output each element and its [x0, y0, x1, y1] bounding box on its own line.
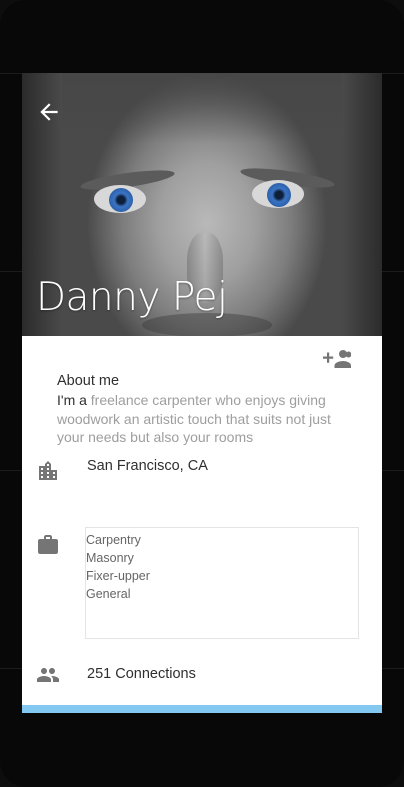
person-add-icon[interactable] — [323, 349, 351, 369]
briefcase-icon — [38, 535, 58, 554]
city-icon — [39, 461, 57, 480]
device-line — [382, 271, 404, 272]
skill-item[interactable]: Carpentry — [86, 531, 358, 549]
device-line — [382, 668, 404, 669]
skills-list[interactable]: Carpentry Masonry Fixer-upper General — [85, 527, 359, 639]
device-line — [0, 271, 22, 272]
photo-forehead — [62, 73, 342, 143]
skill-item[interactable]: General — [86, 585, 358, 603]
device-line — [0, 470, 22, 471]
photo-iris-right — [267, 183, 291, 207]
device-line — [0, 668, 22, 669]
profile-hero-photo: Danny Pej — [22, 73, 382, 336]
device-line — [382, 73, 404, 74]
accent-bar — [22, 705, 382, 713]
skill-item[interactable]: Fixer-upper — [86, 567, 358, 585]
photo-shade-right — [342, 73, 382, 336]
about-description: I'm a freelance carpenter who enjoys giv… — [57, 391, 357, 447]
about-body: freelance carpenter who enjoys giving wo… — [57, 392, 331, 445]
photo-eye-left — [94, 185, 146, 213]
device-line — [382, 470, 404, 471]
skill-item[interactable]: Masonry — [86, 549, 358, 567]
profile-screen: Danny Pej About me I'm a freelance carpe… — [22, 73, 382, 713]
about-title: About me — [57, 373, 120, 389]
photo-eye-right — [252, 180, 304, 208]
device-frame: Danny Pej About me I'm a freelance carpe… — [0, 0, 404, 787]
people-icon — [37, 668, 59, 682]
location-text: San Francisco, CA — [87, 458, 208, 474]
photo-iris-left — [109, 188, 133, 212]
device-line — [0, 73, 22, 74]
about-lead: I'm a — [57, 392, 87, 408]
profile-name: Danny Pej — [36, 275, 228, 320]
connections-count[interactable]: 251 Connections — [87, 666, 196, 682]
arrow-left-icon[interactable] — [36, 99, 62, 125]
